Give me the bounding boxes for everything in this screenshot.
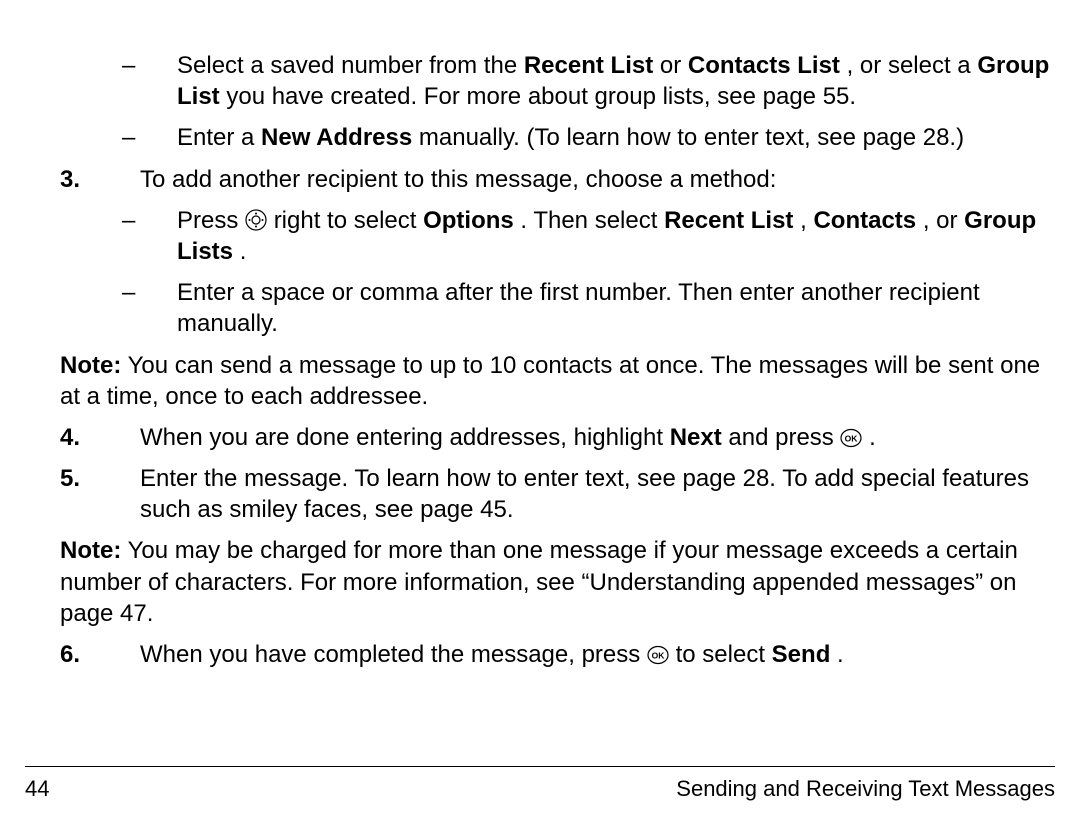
page-content: – Select a saved number from the Recent …	[25, 50, 1055, 670]
text: and press	[728, 424, 840, 451]
step-number: 6.	[25, 639, 140, 670]
text: you have created. For more about group l…	[226, 83, 856, 110]
step-text: Enter the message. To learn how to enter…	[140, 463, 1055, 525]
step-text: To add another recipient to this message…	[140, 164, 1055, 195]
bullet-dash: –	[25, 205, 177, 267]
text: manually. (To learn how to enter text, s…	[419, 124, 964, 151]
text: .	[837, 641, 844, 668]
bold-text: Recent List	[664, 207, 793, 234]
bold-text: Contacts List	[688, 52, 840, 79]
text: When you are done entering addresses, hi…	[140, 424, 670, 451]
step-item: 4. When you are done entering addresses,…	[25, 422, 1055, 453]
note-label: Note:	[60, 537, 121, 564]
note-block: Note: You can send a message to up to 10…	[60, 350, 1055, 412]
sub-bullet: – Enter a space or comma after the first…	[25, 277, 1055, 339]
page-footer: 44 Sending and Receiving Text Messages	[25, 766, 1055, 804]
bullet-dash: –	[25, 277, 177, 339]
bold-text: Options	[423, 207, 514, 234]
note-label: Note:	[60, 352, 121, 379]
step-number: 5.	[25, 463, 140, 525]
step-text: When you are done entering addresses, hi…	[140, 422, 1055, 453]
bold-text: New Address	[261, 124, 412, 151]
note-block: Note: You may be charged for more than o…	[60, 535, 1055, 629]
section-title: Sending and Receiving Text Messages	[676, 775, 1055, 804]
step-item: 5. Enter the message. To learn how to en…	[25, 463, 1055, 525]
bullet-text: Enter a space or comma after the first n…	[177, 277, 1055, 339]
step-number: 4.	[25, 422, 140, 453]
manual-page: – Select a saved number from the Recent …	[0, 0, 1080, 834]
page-number: 44	[25, 775, 49, 804]
sub-bullet: – Select a saved number from the Recent …	[25, 50, 1055, 112]
note-text: You can send a message to up to 10 conta…	[60, 352, 1040, 410]
bold-text: Contacts	[813, 207, 916, 234]
text: Press	[177, 207, 245, 234]
text: , or	[923, 207, 964, 234]
sub-bullet: – Enter a New Address manually. (To lear…	[25, 122, 1055, 153]
svg-text:OK: OK	[652, 650, 666, 660]
svg-text:OK: OK	[845, 433, 859, 443]
ok-key-icon: OK	[840, 426, 862, 448]
bullet-text: Select a saved number from the Recent Li…	[177, 50, 1055, 112]
sub-bullet: – Press right to select Options . Then s	[25, 205, 1055, 267]
bullet-text: Enter a New Address manually. (To learn …	[177, 122, 1055, 153]
step-item: 6. When you have completed the message, …	[25, 639, 1055, 670]
text: to select	[676, 641, 772, 668]
note-text: You may be charged for more than one mes…	[60, 537, 1018, 626]
nav-ring-icon	[245, 208, 267, 230]
bullet-dash: –	[25, 50, 177, 112]
text: Enter a	[177, 124, 261, 151]
text: ,	[800, 207, 813, 234]
text: .	[869, 424, 876, 451]
text: right to select	[274, 207, 423, 234]
text: .	[240, 238, 247, 265]
bullet-text: Press right to select Options . Then sel…	[177, 205, 1055, 267]
text: , or select a	[847, 52, 978, 79]
text: Select a saved number from the	[177, 52, 517, 79]
step-text: When you have completed the message, pre…	[140, 639, 1055, 670]
bold-text: Recent List	[524, 52, 653, 79]
text: or	[660, 52, 688, 79]
text: . Then select	[520, 207, 664, 234]
ok-key-icon: OK	[647, 643, 669, 665]
bullet-dash: –	[25, 122, 177, 153]
bold-text: Next	[670, 424, 722, 451]
step-item: 3. To add another recipient to this mess…	[25, 164, 1055, 195]
bold-text: Send	[772, 641, 831, 668]
step-number: 3.	[25, 164, 140, 195]
text: When you have completed the message, pre…	[140, 641, 647, 668]
